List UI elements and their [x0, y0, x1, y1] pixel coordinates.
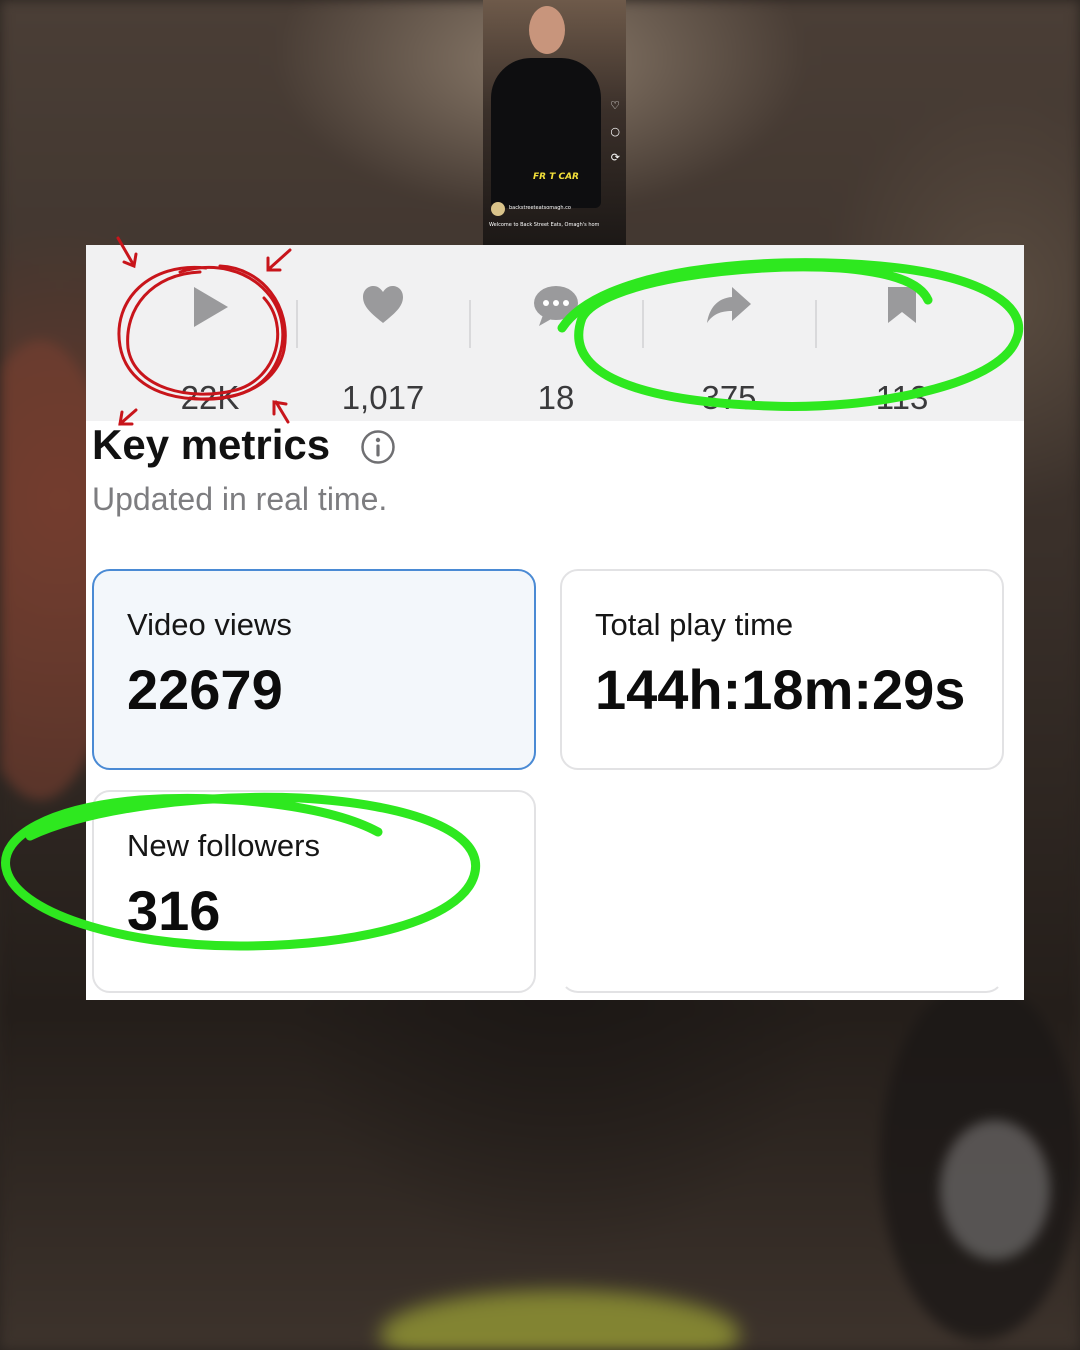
heart-icon: ♡	[610, 99, 620, 112]
views-count: 22K	[180, 379, 240, 416]
share-icon	[707, 287, 751, 323]
play-icon	[194, 287, 228, 327]
shares-stat[interactable]: 375	[643, 275, 815, 416]
metric-value: 144h:18m:29s	[595, 658, 966, 721]
repost-icon: ⟳	[610, 151, 620, 164]
shares-count: 375	[701, 379, 757, 416]
metric-value: 22679	[127, 658, 283, 721]
likes-count: 1,017	[341, 379, 425, 416]
engagement-bar: 22K 1,017 18 375 113	[86, 245, 1024, 421]
comments-count: 18	[537, 379, 575, 416]
metric-label: Total play time	[595, 607, 794, 642]
comment-icon: ○	[610, 125, 620, 138]
new-followers-card[interactable]: New followers 316	[92, 790, 536, 993]
info-icon[interactable]	[360, 429, 396, 465]
person-body	[491, 58, 601, 208]
comments-stat[interactable]: 18	[470, 275, 642, 416]
page-title: Key metrics	[92, 421, 331, 468]
person-head	[529, 6, 565, 54]
video-caption: Welcome to Back Street Eats, Omagh's hom	[489, 222, 600, 228]
logo-text: FR T CAR	[533, 172, 579, 182]
account-handle: backstreeteatsomagh.co	[509, 205, 571, 211]
heart-icon	[363, 286, 403, 323]
saves-stat[interactable]: 113	[816, 275, 988, 416]
empty-card-slot	[560, 790, 1004, 993]
page-subtitle: Updated in real time.	[92, 481, 388, 517]
video-thumbnail[interactable]: ♡ ○ ⟳ FR T CAR backstreeteatsomagh.co We…	[483, 0, 626, 245]
bookmark-icon	[888, 287, 916, 323]
likes-stat[interactable]: 1,017	[297, 275, 469, 416]
metric-label: Video views	[127, 607, 292, 642]
avatar	[491, 202, 505, 216]
video-views-card[interactable]: Video views 22679	[92, 569, 536, 770]
comment-icon	[534, 286, 578, 326]
metric-label: New followers	[127, 828, 320, 863]
views-stat[interactable]: 22K	[124, 275, 296, 416]
saves-count: 113	[875, 379, 929, 416]
analytics-card: 22K 1,017 18 375 113 Key metrics Updated…	[86, 245, 1024, 1000]
metric-value: 316	[127, 879, 221, 942]
total-play-time-card[interactable]: Total play time 144h:18m:29s	[560, 569, 1004, 770]
